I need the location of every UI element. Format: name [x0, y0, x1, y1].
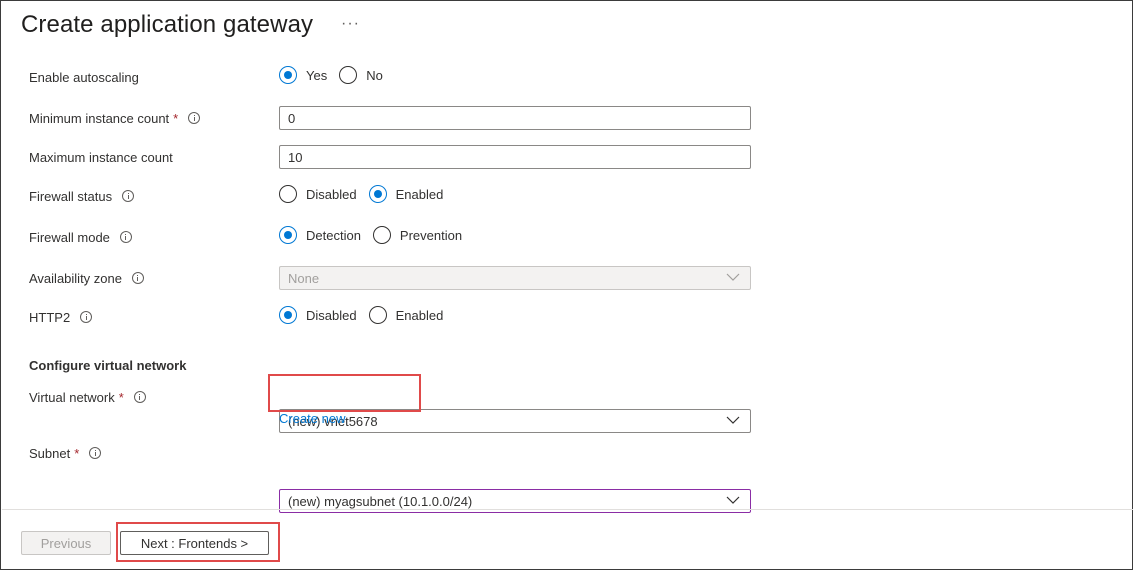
min-instance-label: Minimum instance count *	[29, 110, 201, 126]
app-frame: Create application gateway ··· Enable au…	[0, 0, 1133, 570]
firewall-status-enabled-radio[interactable]	[368, 185, 387, 203]
virtual-network-label-text: Virtual network	[29, 389, 115, 405]
min-instance-row: Minimum instance count *	[29, 106, 201, 130]
firewall-mode-detection-label[interactable]: Detection	[306, 228, 361, 243]
required-mark: *	[74, 445, 80, 461]
autoscaling-row: Enable autoscaling	[29, 65, 139, 89]
firewall-status-enabled-label[interactable]: Enabled	[396, 187, 444, 202]
firewall-mode-label-text: Firewall mode	[29, 229, 110, 245]
info-icon[interactable]	[188, 112, 201, 124]
http2-row: HTTP2	[29, 305, 93, 329]
http2-disabled-radio[interactable]	[279, 306, 297, 324]
required-mark: *	[118, 389, 124, 405]
required-mark: *	[173, 110, 179, 126]
http2-label: HTTP2	[29, 309, 93, 325]
firewall-status-label-text: Firewall status	[29, 188, 113, 204]
info-icon[interactable]	[89, 447, 102, 459]
firewall-mode-prevention-radio[interactable]	[372, 226, 391, 244]
page-title: Create application gateway	[21, 11, 314, 38]
more-options-icon[interactable]: ···	[341, 15, 360, 33]
chevron-down-icon	[726, 416, 740, 424]
virtual-network-row: Virtual network *	[29, 385, 146, 409]
chevron-down-icon	[726, 496, 740, 504]
availability-zone-dropdown: None	[279, 266, 751, 290]
max-instance-label: Maximum instance count	[29, 149, 173, 165]
availability-zone-value: None	[288, 271, 320, 286]
autoscaling-yes-label[interactable]: Yes	[306, 68, 327, 83]
autoscaling-label: Enable autoscaling	[29, 69, 139, 85]
info-icon[interactable]	[133, 391, 146, 403]
virtual-network-label: Virtual network *	[29, 390, 146, 405]
firewall-mode-row: Firewall mode	[29, 225, 132, 249]
subnet-label: Subnet *	[29, 445, 102, 461]
firewall-status-radio-group: Disabled Enabled	[279, 184, 455, 204]
firewall-mode-prevention-label[interactable]: Prevention	[400, 228, 462, 243]
autoscaling-radio-group: Yes No	[279, 65, 395, 85]
availability-zone-label: Availability zone	[29, 271, 144, 286]
info-icon[interactable]	[80, 311, 93, 323]
autoscaling-no-label[interactable]: No	[366, 68, 383, 83]
availability-zone-row: Availability zone	[29, 266, 144, 290]
info-icon[interactable]	[122, 190, 135, 202]
http2-label-text: HTTP2	[29, 309, 71, 325]
firewall-mode-label: Firewall mode	[29, 230, 132, 245]
min-instance-input[interactable]: 0	[279, 106, 751, 130]
max-instance-input[interactable]: 10	[279, 145, 751, 169]
vnet-section-heading: Configure virtual network	[29, 358, 187, 373]
virtual-network-dropdown[interactable]: (new) vnet5678	[279, 409, 751, 433]
http2-enabled-label[interactable]: Enabled	[396, 308, 444, 323]
subnet-label-text: Subnet	[29, 445, 71, 461]
virtual-network-highlight	[268, 374, 421, 412]
max-instance-row: Maximum instance count	[29, 145, 173, 169]
next-button-highlight	[116, 522, 280, 562]
info-icon[interactable]	[119, 231, 132, 243]
firewall-status-disabled-radio[interactable]	[279, 185, 297, 203]
firewall-status-disabled-label[interactable]: Disabled	[306, 187, 357, 202]
http2-radio-group: Disabled Enabled	[279, 305, 455, 325]
http2-enabled-radio[interactable]	[368, 306, 387, 324]
availability-zone-label-text: Availability zone	[29, 270, 122, 286]
subnet-value: (new) myagsubnet (10.1.0.0/24)	[288, 494, 473, 509]
firewall-mode-detection-radio[interactable]	[279, 226, 297, 244]
info-icon[interactable]	[131, 272, 144, 284]
firewall-mode-radio-group: Detection Prevention	[279, 225, 474, 245]
chevron-down-icon	[726, 273, 740, 281]
min-instance-label-text: Minimum instance count	[29, 110, 170, 126]
firewall-status-label: Firewall status	[29, 188, 135, 204]
http2-disabled-label[interactable]: Disabled	[306, 308, 357, 323]
autoscaling-no-radio[interactable]	[339, 66, 358, 84]
firewall-status-row: Firewall status	[29, 184, 135, 208]
create-new-link[interactable]: Create new	[279, 411, 345, 426]
autoscaling-yes-radio[interactable]	[279, 66, 297, 84]
subnet-row: Subnet *	[29, 441, 102, 465]
previous-button[interactable]: Previous	[21, 531, 111, 555]
footer-divider	[2, 509, 1133, 510]
